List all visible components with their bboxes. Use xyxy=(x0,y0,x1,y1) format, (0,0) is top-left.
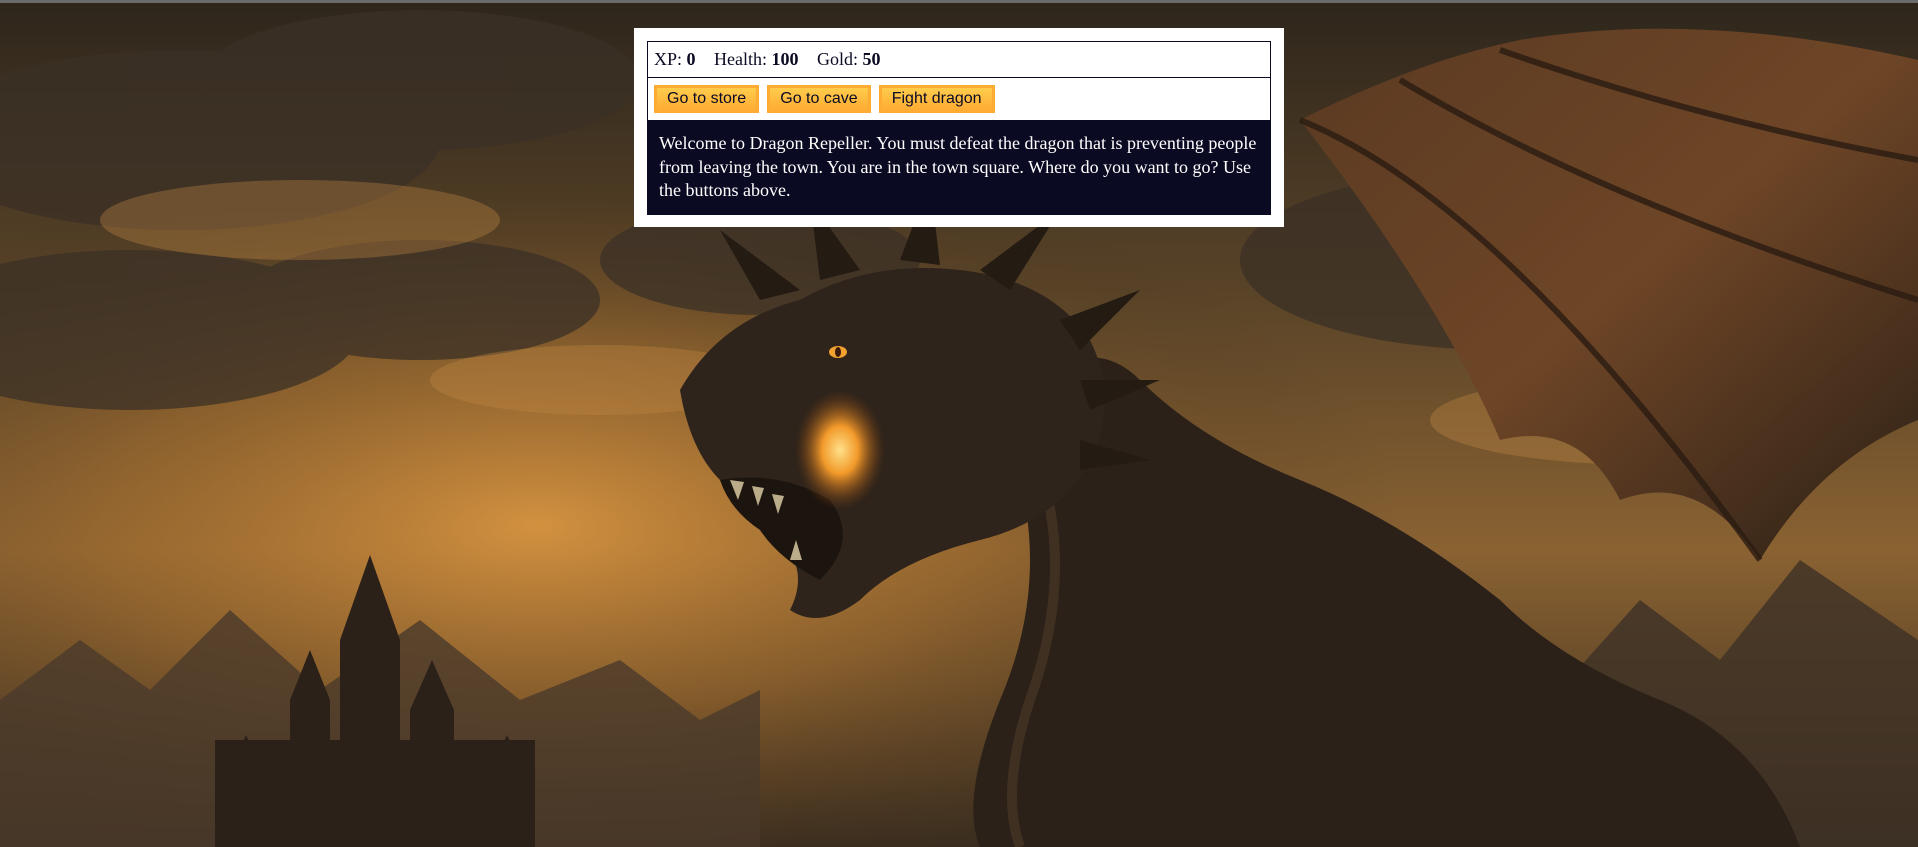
xp-stat: XP: 0 xyxy=(654,49,700,69)
gold-stat: Gold: 50 xyxy=(817,49,881,69)
gold-label: Gold: xyxy=(817,49,859,69)
go-to-store-button[interactable]: Go to store xyxy=(654,85,760,113)
xp-value: 0 xyxy=(686,49,696,69)
controls-bar: Go to store Go to cave Fight dragon xyxy=(647,78,1271,121)
message-panel: Welcome to Dragon Repeller. You must def… xyxy=(647,121,1271,215)
health-value: 100 xyxy=(771,49,799,69)
fight-dragon-button[interactable]: Fight dragon xyxy=(878,85,995,113)
go-to-cave-button[interactable]: Go to cave xyxy=(767,85,871,113)
browser-top-edge xyxy=(0,0,1918,3)
game-window: XP: 0 Health: 100 Gold: 50 Go to store G… xyxy=(634,28,1284,227)
stats-bar: XP: 0 Health: 100 Gold: 50 xyxy=(647,41,1271,78)
gold-value: 50 xyxy=(862,49,881,69)
health-label: Health: xyxy=(714,49,767,69)
health-stat: Health: 100 xyxy=(714,49,803,69)
xp-label: XP: xyxy=(654,49,683,69)
